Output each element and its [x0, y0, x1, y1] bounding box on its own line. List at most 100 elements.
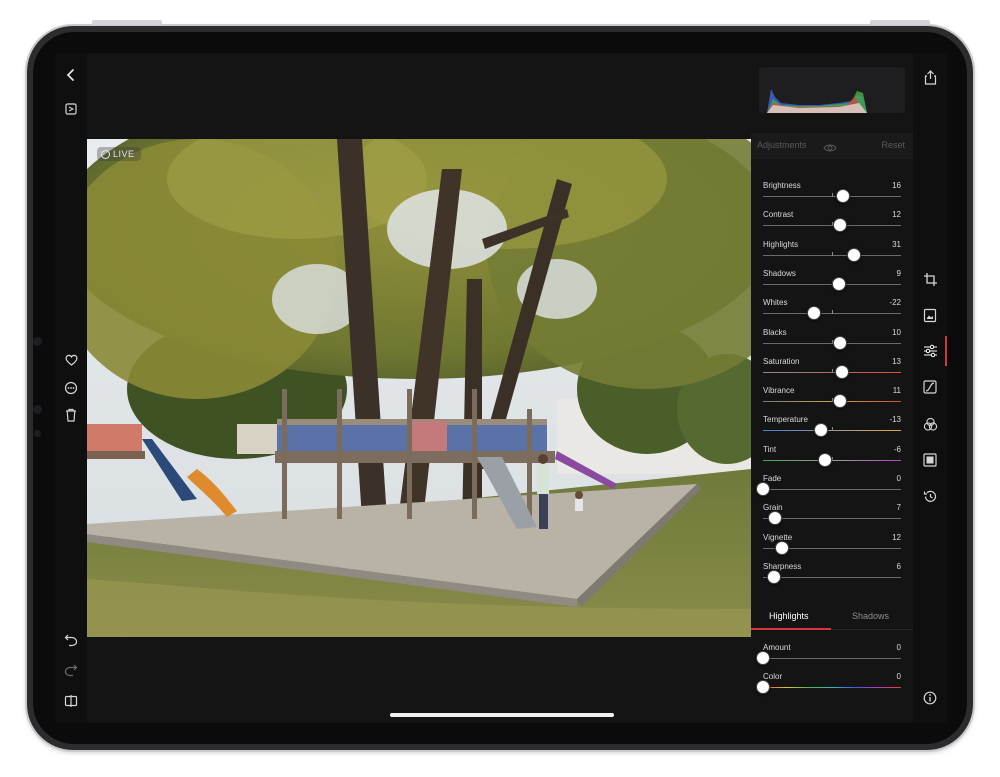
- slider-value: -13: [889, 415, 901, 425]
- tabs-divider: [831, 629, 913, 630]
- volume-button: [92, 20, 162, 25]
- slider-amount[interactable]: Amount 0: [756, 643, 901, 672]
- right-toolbar: [913, 53, 947, 723]
- slider-center-tick: [832, 368, 833, 373]
- slider-value: 0: [896, 672, 901, 682]
- slider-knob[interactable]: [756, 482, 770, 496]
- trash-icon[interactable]: [61, 405, 81, 425]
- slider-knob[interactable]: [813, 423, 828, 438]
- slider-value: 7: [896, 503, 901, 513]
- slider-track[interactable]: [763, 658, 901, 659]
- slider-knob[interactable]: [807, 306, 822, 321]
- hsl-icon[interactable]: [920, 414, 940, 434]
- slider-saturation[interactable]: Saturation 13: [763, 357, 901, 386]
- slider-whites[interactable]: Whites -22: [763, 298, 901, 327]
- slider-knob[interactable]: [836, 189, 851, 203]
- adjust-sliders-icon[interactable]: [920, 341, 940, 361]
- share-icon[interactable]: [920, 67, 940, 87]
- slider-label: Vignette: [763, 532, 793, 542]
- slider-contrast[interactable]: Contrast 12: [763, 210, 901, 239]
- home-indicator[interactable]: [390, 713, 614, 717]
- slider-value: 10: [892, 327, 901, 337]
- slider-knob[interactable]: [756, 651, 770, 665]
- slider-label: Highlights: [763, 239, 799, 249]
- photo-preview[interactable]: LIVE: [87, 139, 751, 637]
- slider-center-tick: [832, 427, 833, 432]
- slider-knob[interactable]: [834, 364, 849, 379]
- adjustments-header: Adjustments Reset: [751, 133, 913, 159]
- slider-value: 12: [892, 532, 901, 542]
- compare-icon[interactable]: [61, 99, 81, 119]
- crop-icon[interactable]: [920, 269, 940, 289]
- slider-knob[interactable]: [768, 511, 783, 526]
- tab-shadows[interactable]: Shadows: [852, 611, 889, 621]
- history-icon[interactable]: [920, 486, 940, 506]
- undo-icon[interactable]: [61, 630, 81, 650]
- slider-value: 0: [896, 643, 901, 652]
- slider-temperature[interactable]: Temperature -13: [763, 415, 901, 444]
- slider-value: 16: [892, 181, 901, 190]
- slider-value: 9: [896, 268, 901, 278]
- adjustments-panel: Adjustments Reset Brightness 16 Contrast 12…: [751, 53, 913, 723]
- slider-knob[interactable]: [767, 569, 782, 584]
- back-chevron-icon[interactable]: [61, 65, 81, 85]
- left-toolbar: [55, 53, 87, 723]
- slider-knob[interactable]: [847, 247, 862, 262]
- frame-icon[interactable]: [920, 305, 940, 325]
- slider-vignette[interactable]: Vignette 12: [763, 533, 901, 562]
- slider-center-tick: [832, 310, 833, 315]
- live-badge[interactable]: LIVE: [97, 147, 141, 161]
- redo-icon[interactable]: [61, 660, 81, 680]
- slider-knob[interactable]: [833, 394, 848, 409]
- slider-knob[interactable]: [831, 276, 846, 291]
- more-icon[interactable]: [61, 378, 81, 398]
- slider-value: 6: [896, 561, 901, 571]
- slider-value: -6: [893, 444, 901, 454]
- slider-label: Sharpness: [763, 561, 802, 571]
- active-tab-underline: [751, 628, 831, 630]
- live-icon: [101, 149, 110, 159]
- slider-center-tick: [832, 456, 833, 461]
- curves-icon[interactable]: [920, 377, 940, 397]
- slider-brightness[interactable]: Brightness 16: [763, 181, 901, 210]
- slider-blacks[interactable]: Blacks 10: [763, 328, 901, 357]
- slider-vibrance[interactable]: Vibrance 11: [763, 386, 901, 415]
- slider-knob[interactable]: [818, 452, 833, 467]
- slider-knob[interactable]: [833, 218, 848, 233]
- reset-button[interactable]: Reset: [881, 140, 905, 150]
- slider-center-tick: [832, 251, 833, 256]
- slider-highlights[interactable]: Highlights 31: [763, 240, 901, 269]
- slider-label: Shadows: [763, 268, 796, 278]
- slider-value: 13: [892, 356, 901, 366]
- adjustments-title: Adjustments: [757, 140, 807, 150]
- slider-color[interactable]: Color 0: [756, 672, 901, 701]
- slider-track[interactable]: [763, 687, 901, 689]
- live-label: LIVE: [113, 149, 135, 159]
- slider-track[interactable]: [763, 489, 901, 490]
- slider-label: Amount: [763, 643, 791, 652]
- histogram-graph: [767, 89, 867, 113]
- border-icon[interactable]: [920, 450, 940, 470]
- slider-knob[interactable]: [775, 540, 790, 555]
- slider-label: Temperature: [763, 415, 808, 425]
- slider-sharpness[interactable]: Sharpness 6: [763, 562, 901, 591]
- slider-knob[interactable]: [833, 335, 848, 350]
- slider-knob[interactable]: [756, 680, 770, 695]
- slider-center-tick: [832, 193, 833, 197]
- slider-track[interactable]: [763, 518, 901, 520]
- split-view-icon[interactable]: [61, 691, 81, 711]
- slider-label: Blacks: [763, 327, 787, 337]
- slider-label: Contrast: [763, 210, 794, 220]
- slider-label: Vibrance: [763, 386, 795, 396]
- camera-dot: [33, 337, 42, 346]
- slider-tint[interactable]: Tint -6: [763, 445, 901, 474]
- slider-shadows[interactable]: Shadows 9: [763, 269, 901, 298]
- info-icon[interactable]: [920, 688, 940, 708]
- slider-label: Saturation: [763, 356, 800, 366]
- tab-highlights[interactable]: Highlights: [769, 611, 809, 621]
- slider-fade[interactable]: Fade 0: [756, 474, 901, 503]
- heart-icon[interactable]: [61, 350, 81, 370]
- slider-track[interactable]: [763, 576, 901, 578]
- slider-grain[interactable]: Grain 7: [763, 503, 901, 532]
- visibility-eye-icon[interactable]: [823, 140, 837, 158]
